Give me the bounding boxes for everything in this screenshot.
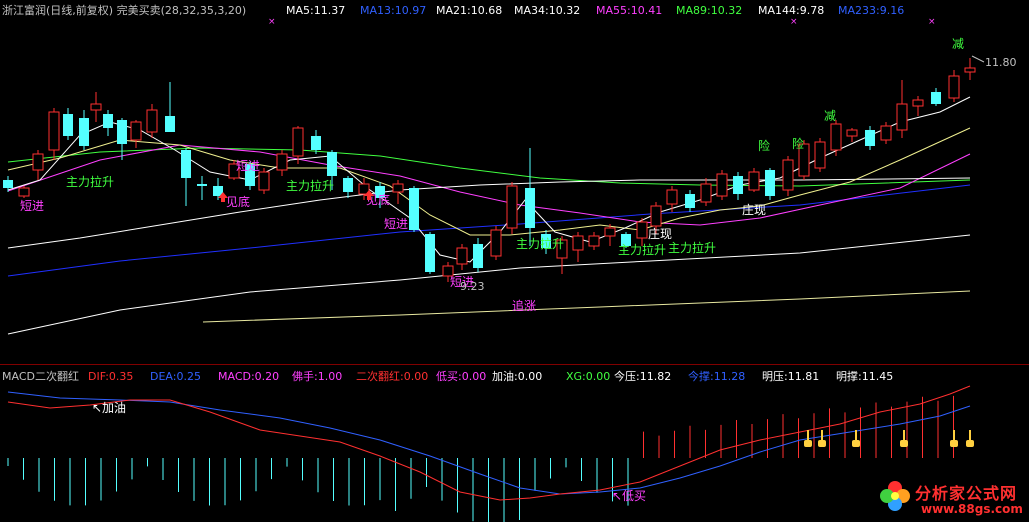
price-high-label: 11.80 [985, 56, 1017, 69]
flower-logo-icon [880, 481, 910, 511]
annotation-label: 庄现 [648, 226, 672, 241]
annotation-label: ↖加油 [92, 401, 126, 415]
header-item: 明压:11.81 [762, 370, 819, 383]
annotation-label: 险 [792, 136, 804, 151]
cross-marker-icon: × [928, 17, 936, 27]
header-item: MA233:9.16 [838, 4, 904, 17]
main-header: 浙江富润(日线,前复权) 完美买卖(28,32,35,3,20) MA5:11.3… [2, 3, 904, 17]
candle[interactable] [765, 168, 775, 200]
header-item: 明撑:11.45 [836, 369, 893, 383]
header-item: DIF:0.35 [88, 370, 133, 383]
candle[interactable] [490, 226, 502, 260]
candle[interactable] [716, 170, 728, 200]
annotation-label: 减 [952, 37, 964, 51]
annotation-label: 短进 [384, 217, 408, 231]
candle[interactable] [782, 156, 794, 196]
candle[interactable] [425, 232, 435, 274]
candle[interactable] [506, 182, 518, 234]
header-item: MA13:10.97 [360, 4, 426, 17]
cross-marker-icon: × [268, 17, 276, 27]
annotation-label: 主力拉升 [516, 236, 564, 251]
header-item: 二次翻红:0.00 [356, 369, 428, 383]
header-item: 今撑:11.28 [688, 369, 745, 383]
header-item: MA5:11.37 [286, 4, 345, 17]
annotation-label: 短进 [236, 159, 260, 173]
header-item: 今压:11.82 [614, 369, 671, 383]
watermark-url: www.88gs.com [921, 502, 1023, 516]
header-item: MA21:10.68 [436, 4, 502, 17]
cross-marker-icon: × [790, 17, 798, 27]
annotation-label: 追涨 [512, 298, 536, 313]
header-item: 低买:0.00 [436, 370, 486, 383]
watermark: 分析家公式网 www.88gs.com [875, 472, 1025, 520]
annotation-label: 短进 [20, 199, 44, 213]
annotation-label: 主力拉升 [618, 242, 666, 257]
header-item: MA144:9.78 [758, 4, 824, 17]
header-item: DEA:0.25 [150, 370, 201, 383]
annotation-label: ↖低买 [612, 489, 646, 503]
annotation-label: 主力拉升 [668, 240, 716, 255]
annotation-label: 主力拉升 [286, 178, 334, 193]
candle[interactable] [18, 186, 30, 198]
header-item: MACD二次翻红 [2, 369, 79, 383]
annotation-label: 庄现 [742, 202, 766, 217]
stock-title: 浙江富润(日线,前复权) 完美买卖(28,32,35,3,20) [2, 3, 246, 17]
header-item: 佛手:1.00 [292, 369, 342, 383]
candle[interactable] [748, 168, 760, 192]
annotation-label: 主力拉升 [66, 174, 114, 189]
annotation-label: 减 [824, 109, 836, 123]
header-item: MACD:0.20 [218, 370, 279, 383]
header-item: MA55:10.41 [596, 4, 662, 17]
header-item: MA34:10.32 [514, 4, 580, 17]
candle[interactable] [258, 168, 270, 194]
chart-canvas[interactable]: 浙江富润(日线,前复权) 完美买卖(28,32,35,3,20) MA5:11.3… [0, 0, 1029, 522]
header-item: XG:0.00 [566, 370, 610, 383]
annotation-label: 险 [758, 138, 770, 153]
annotation-label: 见底 [226, 194, 250, 209]
price-low-label: 9.23 [460, 280, 485, 293]
header-item: 加油:0.00 [492, 369, 542, 383]
candle[interactable] [814, 138, 826, 172]
candle[interactable] [409, 186, 419, 232]
header-item: MA89:10.32 [676, 4, 742, 17]
watermark-title: 分析家公式网 [915, 484, 1018, 503]
